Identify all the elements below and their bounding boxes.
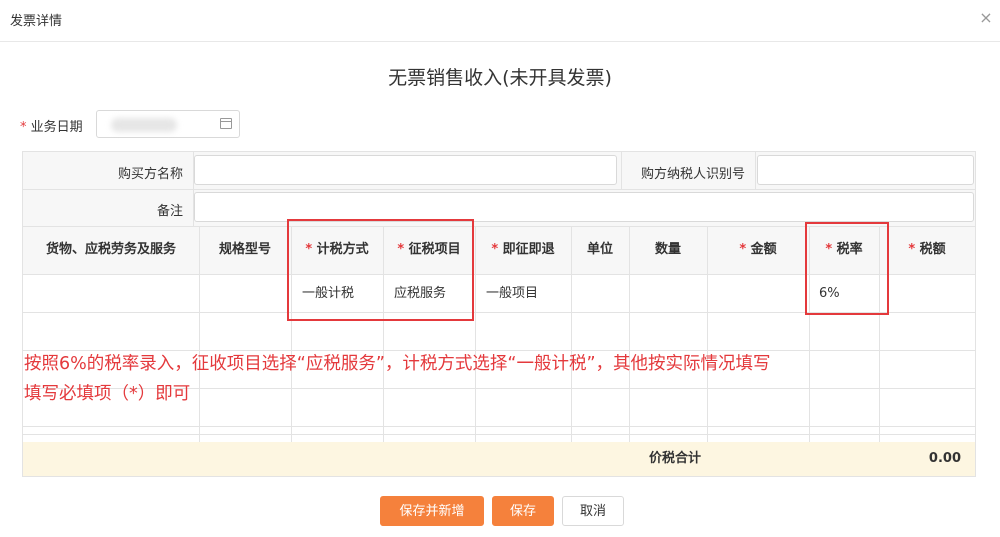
buyer-taxid-label: 购方纳税人识别号 — [640, 167, 745, 182]
business-date-picker[interactable] — [96, 110, 240, 138]
buyer-taxid-input[interactable] — [757, 155, 974, 185]
total-label: 价税合计 — [648, 451, 701, 466]
refund-cell[interactable]: 一般项目 — [486, 275, 538, 313]
col-spec-model: 规格型号 — [218, 242, 271, 257]
remark-label: 备注 — [156, 204, 183, 219]
buyer-name-label: 购买方名称 — [117, 167, 183, 182]
dialog-header: 发票详情 × — [0, 0, 1000, 42]
save-and-new-button[interactable]: 保存并新增 — [380, 496, 484, 526]
buyer-name-input[interactable] — [194, 155, 617, 185]
col-goods-services: 货物、应税劳务及服务 — [45, 242, 176, 257]
col-amount: * 金额 — [739, 242, 777, 257]
page-title: 无票销售收入(未开具发票) — [388, 67, 612, 89]
col-refund: * 即征即退 — [491, 242, 555, 257]
col-quantity: 数量 — [654, 242, 681, 257]
divider — [755, 152, 756, 189]
dialog-title: 发票详情 — [10, 14, 63, 29]
highlight-tax-method-item — [287, 219, 474, 321]
col-unit: 单位 — [586, 242, 613, 257]
annotation-line-1: 按照6%的税率录入，征收项目选择“应税服务”，计税方式选择“一般计税”，其他按实… — [24, 354, 771, 374]
calendar-icon[interactable] — [220, 118, 232, 129]
cancel-button[interactable]: 取消 — [562, 496, 624, 526]
business-date-label: * 业务日期 — [20, 120, 83, 135]
total-row — [23, 442, 975, 476]
divider — [23, 434, 975, 435]
blurred-date-value — [111, 118, 177, 132]
annotation-line-2: 填写必填项（*）即可 — [24, 384, 191, 404]
save-button[interactable]: 保存 — [492, 496, 554, 526]
divider — [23, 426, 975, 427]
highlight-tax-rate — [805, 222, 889, 315]
close-icon[interactable]: × — [976, 8, 996, 28]
col-tax-amount: * 税额 — [908, 242, 946, 257]
divider — [23, 189, 975, 190]
total-value: 0.00 — [928, 451, 961, 466]
remark-input[interactable] — [194, 192, 974, 222]
